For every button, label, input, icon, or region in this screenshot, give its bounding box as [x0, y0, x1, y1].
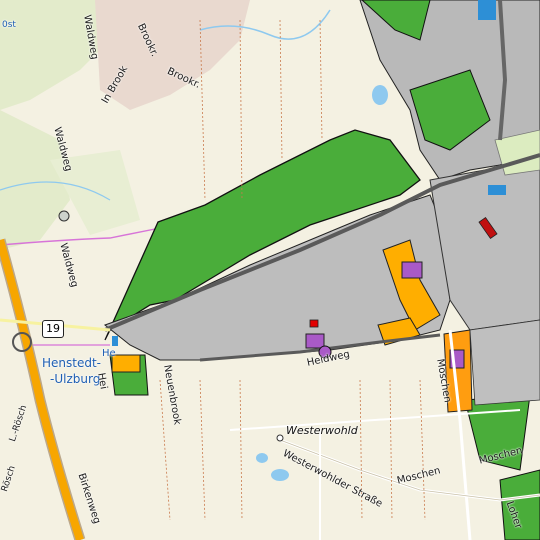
pond	[372, 85, 388, 105]
commercial-area	[111, 354, 141, 373]
route-19-shield: 19	[42, 320, 64, 338]
pond	[256, 453, 268, 463]
green-area	[499, 469, 540, 540]
poi-marker	[318, 345, 332, 359]
special-area	[305, 333, 325, 349]
special-area	[401, 261, 423, 279]
highway	[0, 238, 84, 540]
town-blocks	[469, 319, 540, 406]
forest-area	[0, 110, 70, 250]
pond	[271, 469, 289, 481]
poi-marker	[276, 434, 284, 442]
water-area	[112, 336, 118, 346]
map-layer	[0, 0, 540, 540]
poi-marker	[58, 210, 70, 222]
special-area	[309, 319, 319, 328]
map-canvas[interactable]: 19 0st Waldweg Brookr. Brookr. In Brook …	[0, 0, 540, 540]
water-area	[478, 0, 496, 20]
residential-area	[95, 0, 250, 110]
field-boundary	[159, 379, 426, 521]
water-area	[488, 185, 506, 195]
green-area	[464, 394, 531, 471]
